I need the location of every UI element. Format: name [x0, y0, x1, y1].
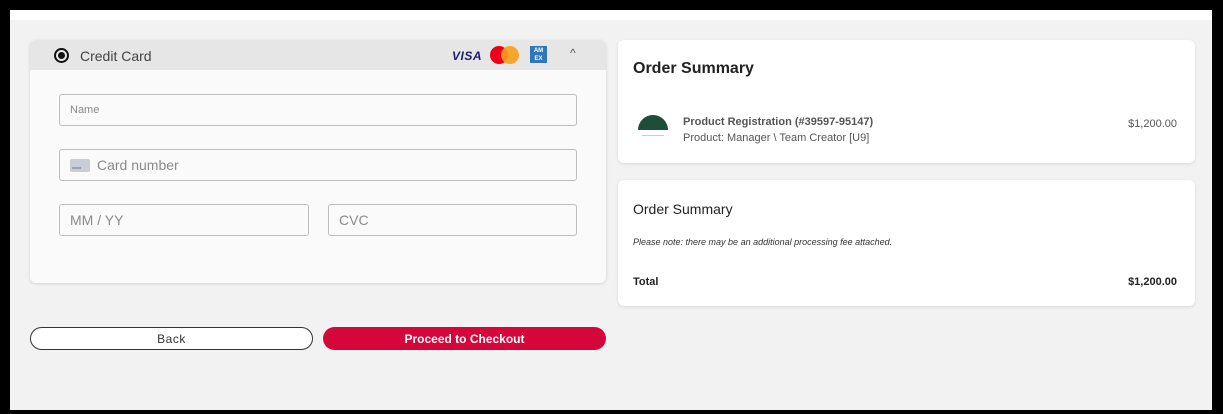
card-number-field[interactable]: Card number: [59, 149, 577, 181]
back-button[interactable]: Back: [30, 327, 313, 350]
order-summary-panel: Order Summary Product Registration (#395…: [618, 40, 1195, 163]
card-number-placeholder: Card number: [97, 157, 179, 173]
expiry-field[interactable]: MM / YY: [59, 204, 309, 236]
checkout-page: Credit Card VISA AM EX ^ Name Card numbe…: [10, 20, 1212, 410]
credit-card-icon: [70, 158, 90, 172]
product-thumbnail: [638, 115, 668, 145]
proceed-to-checkout-button[interactable]: Proceed to Checkout: [323, 327, 606, 350]
name-field[interactable]: Name: [59, 94, 577, 126]
payment-method-header[interactable]: Credit Card VISA AM EX ^: [30, 40, 606, 70]
product-price: $1,200.00: [1128, 118, 1177, 130]
name-field-placeholder: Name: [70, 104, 100, 116]
amex-icon: AM EX: [530, 46, 547, 63]
order-total-panel: Order Summary Please note: there may be …: [618, 180, 1195, 306]
visa-icon: VISA: [452, 49, 483, 63]
payment-method-card: Credit Card VISA AM EX ^ Name Card numbe…: [30, 40, 606, 283]
total-label: Total: [633, 276, 659, 288]
total-value: $1,200.00: [1128, 276, 1177, 288]
order-total-title: Order Summary: [633, 201, 733, 217]
credit-card-radio[interactable]: [54, 48, 69, 63]
processing-fee-note: Please note: there may be an additional …: [633, 237, 893, 247]
product-name: Product Registration (#39597-95147): [683, 116, 874, 128]
expiry-placeholder: MM / YY: [70, 212, 124, 228]
order-summary-title: Order Summary: [633, 60, 754, 77]
cvc-placeholder: CVC: [339, 212, 369, 228]
payment-method-label: Credit Card: [80, 48, 152, 64]
product-subtitle: Product: Manager \ Team Creator [U9]: [683, 132, 870, 144]
chevron-up-icon[interactable]: ^: [570, 46, 576, 60]
cvc-field[interactable]: CVC: [328, 204, 577, 236]
mastercard-icon: [490, 46, 520, 64]
